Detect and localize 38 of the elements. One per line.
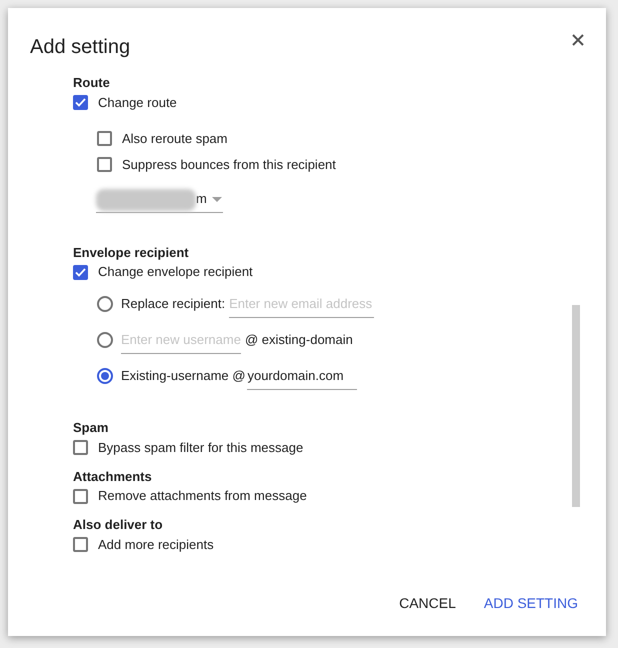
checkbox-label: Suppress bounces from this recipient [122, 156, 336, 174]
checkbox[interactable] [73, 440, 88, 455]
username-field[interactable]: Enter new username [121, 326, 241, 354]
checkbox-label: Change route [98, 94, 177, 112]
radio-button[interactable] [97, 296, 113, 312]
section-heading: Also deliver to [73, 516, 164, 534]
radio-button[interactable] [97, 332, 113, 348]
section-heading: Spam [73, 419, 110, 437]
checkbox-label: Change envelope recipient [98, 263, 253, 282]
radio-label: Existing-username @ [121, 367, 246, 386]
section-heading: Attachments [73, 468, 153, 486]
check-icon [75, 98, 86, 107]
checkbox[interactable] [73, 537, 88, 552]
dropdown-value: m [196, 190, 207, 208]
checkbox[interactable] [73, 264, 88, 280]
caret-icon [212, 196, 222, 202]
domain-label: @ existing-domain [245, 331, 353, 350]
checkbox-label: Bypass spam filter for this message [98, 438, 304, 457]
radio-label: Replace recipient: [121, 295, 226, 314]
email-field[interactable]: Enter new email address [229, 290, 374, 318]
cancel-button[interactable]: CANCEL [395, 588, 460, 618]
checkbox-label: Add more recipients [98, 536, 214, 554]
checkbox[interactable] [97, 131, 112, 146]
radio-button[interactable] [97, 368, 113, 384]
dropdown[interactable]: m [96, 186, 223, 212]
checkbox-label: Remove attachments from message [98, 487, 307, 506]
scrollbar[interactable] [572, 305, 580, 507]
domain-field[interactable]: yourdomain.com [247, 362, 358, 390]
checkbox[interactable] [73, 95, 88, 110]
section-heading: Envelope recipient [73, 244, 190, 262]
checkbox[interactable] [97, 157, 112, 172]
checkbox[interactable] [73, 488, 88, 504]
close-icon[interactable] [572, 34, 584, 46]
check-icon [75, 268, 86, 276]
checkbox-label: Also reroute spam [122, 130, 228, 148]
section-heading: Route [73, 74, 111, 92]
add-setting-button[interactable]: ADD SETTING [480, 588, 582, 618]
dialog-title: Add setting [30, 35, 130, 60]
